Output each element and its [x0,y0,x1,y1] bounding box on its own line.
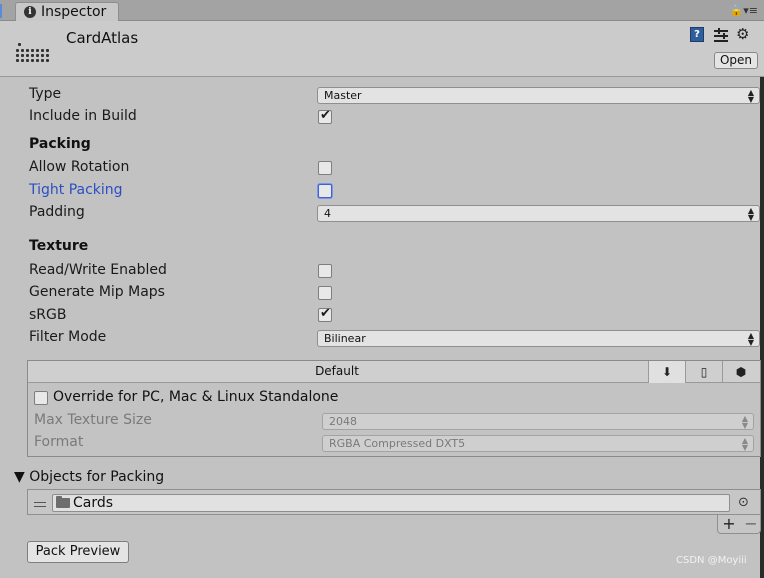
packing-heading: Packing [29,136,91,152]
max-texture-size-label: Max Texture Size [34,412,152,428]
allow-rotation-checkbox[interactable] [318,161,332,175]
gear-icon[interactable]: ⚙ [736,25,749,43]
asset-header: CardAtlas ? ⚙ Open [0,21,764,77]
tab-bar: i Inspector 🔒▾≡ [0,0,764,22]
type-dropdown[interactable]: Master ▲ ▼ [317,87,760,104]
read-write-label: Read/Write Enabled [29,262,167,278]
max-texture-size-value: 2048 [329,415,357,428]
filter-mode-label: Filter Mode [29,329,107,345]
add-item-button[interactable]: + [718,515,740,532]
watermark: CSDN @Moyiii [676,555,747,566]
info-icon: i [24,6,36,18]
android-icon[interactable]: ⬢ [722,361,759,383]
lock-menu-icon[interactable]: 🔒▾≡ [730,4,758,17]
object-field[interactable]: Cards [52,494,730,512]
format-dropdown: RGBA Compressed DXT5 ▲ ▼ [322,435,754,452]
tab-label: Inspector [41,4,107,20]
pack-preview-button[interactable]: Pack Preview [27,541,129,563]
drag-handle-icon[interactable] [34,502,46,507]
objects-for-packing-foldout[interactable]: ▼ Objects for Packing [14,469,164,485]
asset-name: CardAtlas [66,29,139,47]
padding-value: 4 [324,207,331,220]
download-icon[interactable]: ⬇ [648,361,685,383]
help-book-icon[interactable]: ? [690,27,704,42]
platform-settings: Default ⬇ ▯ ⬢ Override for PC, Mac & Lin… [27,360,761,457]
override-label: Override for PC, Mac & Linux Standalone [53,389,339,405]
object-name: Cards [73,495,114,511]
object-picker-icon[interactable]: ⊙ [738,495,749,510]
objects-list: Cards ⊙ [27,489,761,515]
srgb-label: sRGB [29,307,67,323]
override-checkbox[interactable] [34,391,48,405]
dropdown-arrows-icon: ▲ ▼ [741,414,748,430]
dropdown-arrows-icon: ▲ ▼ [747,206,754,222]
srgb-checkbox[interactable] [318,306,332,322]
include-in-build-checkbox[interactable] [318,108,332,124]
platform-default-tab[interactable]: Default [28,364,646,378]
list-footer: + − [717,515,761,534]
format-label: Format [34,434,84,450]
type-value: Master [324,89,362,102]
allow-rotation-label: Allow Rotation [29,159,130,175]
dropdown-arrows-icon: ▲ ▼ [747,331,754,347]
mip-maps-checkbox[interactable] [318,286,332,300]
preset-icon[interactable] [714,28,728,42]
format-value: RGBA Compressed DXT5 [329,437,466,450]
remove-item-button[interactable]: − [740,515,762,532]
open-button[interactable]: Open [714,52,758,69]
window-edge-marker [0,4,2,18]
objects-heading: Objects for Packing [29,469,165,485]
mobile-icon[interactable]: ▯ [685,361,722,383]
include-in-build-label: Include in Build [29,108,137,124]
header-icons: ? ⚙ [690,25,758,45]
folder-icon [56,496,70,508]
filter-mode-dropdown[interactable]: Bilinear ▲ ▼ [317,330,760,347]
foldout-arrow-icon: ▼ [14,469,25,485]
dropdown-arrows-icon: ▲ ▼ [747,88,754,104]
tight-packing-label: Tight Packing [29,182,123,198]
type-label: Type [29,86,62,102]
mip-maps-label: Generate Mip Maps [29,284,165,300]
read-write-checkbox[interactable] [318,264,332,278]
padding-dropdown[interactable]: 4 ▲ ▼ [317,205,760,222]
dropdown-arrows-icon: ▲ ▼ [741,436,748,452]
padding-label: Padding [29,204,85,220]
texture-heading: Texture [29,238,89,254]
platform-tab-bar: Default ⬇ ▯ ⬢ [28,361,760,383]
sprite-atlas-icon [16,43,52,65]
tight-packing-checkbox[interactable] [318,184,332,198]
max-texture-size-dropdown: 2048 ▲ ▼ [322,413,754,430]
tab-inspector[interactable]: i Inspector [15,2,119,22]
filter-mode-value: Bilinear [324,332,366,345]
